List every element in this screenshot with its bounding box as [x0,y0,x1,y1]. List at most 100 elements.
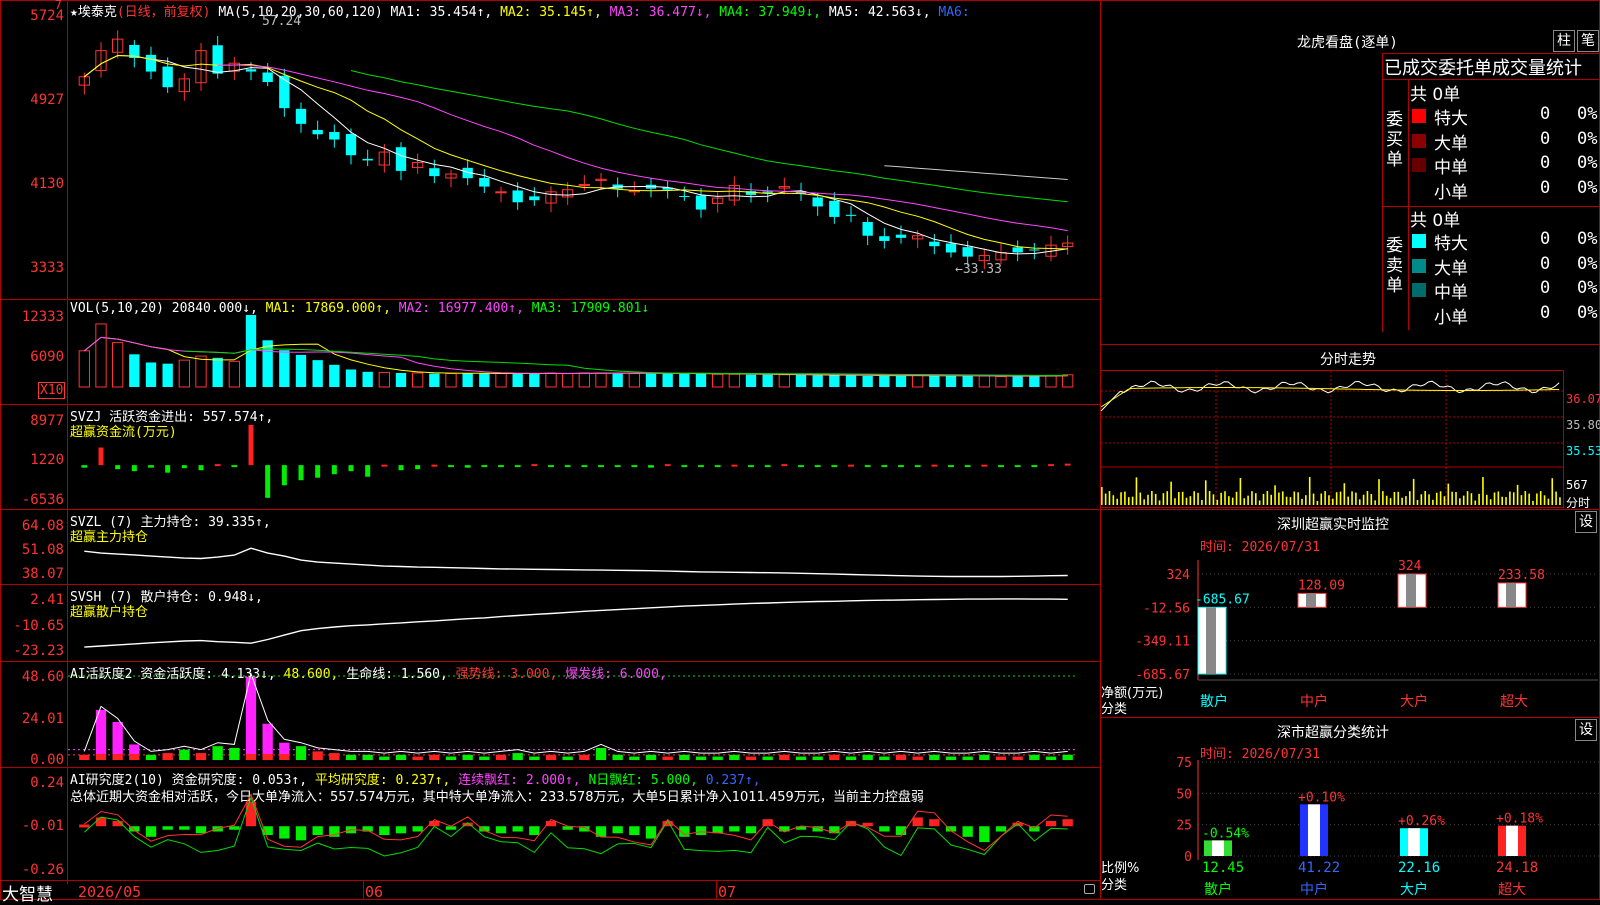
lock-icon[interactable] [1084,884,1095,894]
flow-bar [198,465,204,471]
panel-divider [0,767,1101,768]
intraday-chart[interactable] [1100,371,1563,507]
activity-bar [79,754,90,760]
ai2-chart[interactable] [68,784,1100,878]
bar-mode-button[interactable]: 柱 [1553,30,1575,52]
volume-bar [829,375,840,387]
intraday-vol-bar [1536,493,1538,505]
order-pct: 0% [1577,177,1598,198]
research-bar [1062,819,1073,827]
price-line [1100,380,1560,412]
panel-divider [0,661,1101,662]
intraday-vol-bar [1220,492,1222,505]
candle-body [679,195,690,197]
stats-change: -0.54% [1202,826,1249,841]
flow-bar [148,465,154,468]
flow-bar [781,464,788,467]
stats-chart[interactable]: 75 50 25 0 -0.54% 12.45 散户 +0.10% 41.22 中户 +0.26% 2… [1170,756,1600,900]
monitor-settings-button[interactable]: 设 [1575,511,1597,533]
flow-bar [764,465,771,468]
volume-bar [679,373,690,387]
order-pct: 0% [1577,128,1598,149]
flow-bar [514,465,521,468]
activity-bar [412,756,423,760]
intraday-vol-bar [1201,499,1203,505]
intraday-vol-bar [1466,491,1469,505]
volume-bar [529,373,540,387]
intraday-vol-bar [1462,495,1465,505]
flow-bar [98,447,104,466]
intraday-vol-bar [1224,491,1226,505]
activity-bar [879,756,890,760]
stats-tick: 50 [1176,787,1192,802]
activity-bar [529,756,540,760]
activity-bar [312,751,323,760]
vol-ma2-line [83,336,1068,377]
volume-bar [479,373,490,387]
flow-bar [1048,464,1054,467]
volume-chart[interactable] [68,315,1100,399]
monitor-date: 时间: 2026/07/31 [1200,540,1320,555]
intraday-vol-bar [1174,498,1176,505]
svzj-chart[interactable] [68,420,1100,506]
research-bar [495,826,507,834]
intraday-vol-bar [1512,492,1515,505]
activity-bar [462,754,473,760]
price-tick: 5724 [30,8,64,24]
intraday-vol-bar [1208,491,1211,505]
intraday-vol-bar [1420,494,1423,505]
volume-bar [1045,374,1057,388]
ai2-tick: -0.26 [21,862,64,878]
monitor-chart[interactable]: 324 -12.56 -349.11 -685.67 -685.67 散户 128.09 中户… [1135,559,1598,720]
candle-body [879,236,890,241]
price-chart[interactable] [68,18,1100,298]
research-bar [962,826,973,837]
stats-bar-shade [1308,804,1320,856]
candle-body [895,234,907,238]
sell-total: 共 0单 [1410,211,1461,231]
activity-bar [362,754,373,760]
research-bar [312,826,323,836]
intraday-vol-bar [1278,492,1280,505]
svzl-chart[interactable] [68,526,1100,582]
candle-body [762,191,773,193]
activity-bar [895,754,907,760]
stats-category: 散户 [1204,881,1232,898]
ai1-tick: 24.01 [21,711,64,727]
volume-bar [995,375,1007,388]
legend-square [1412,158,1426,172]
activity-bar [829,754,840,760]
intraday-vol-bar [1293,491,1296,505]
activity-bar [479,756,490,760]
stats-title: 深市超赢分类统计 [1277,725,1389,741]
research-bar [379,826,390,836]
tick-mark [716,880,717,900]
activity-bar [295,746,307,760]
intraday-vol-bar [1312,493,1315,505]
volume-bar [945,375,957,387]
legend-square [1412,283,1426,297]
stats-category: 超大 [1498,882,1526,898]
vol-unit: X10 [38,382,66,399]
activity-bar [662,756,673,760]
activity-bar-base [245,754,257,760]
order-pct: 0% [1577,229,1598,249]
candle-body [1029,249,1040,251]
flow-bar [298,465,304,481]
order-size-label: 大单 [1434,133,1468,154]
tick-mode-button[interactable]: 笔 [1577,30,1599,52]
candle-body [962,247,973,257]
flow-bar [464,465,471,468]
flow-bar [381,464,388,467]
vol-tick: 6090 [30,349,64,365]
intraday-vol-bar [1305,495,1307,505]
volume-bar [578,372,590,388]
svsh-chart[interactable] [68,596,1100,658]
intraday-vol-bar [1470,493,1473,505]
intraday-vol-bar [1451,491,1453,505]
intraday-tick: 35.80 [1566,418,1600,432]
intraday-vol-bar [1281,491,1284,505]
order-count: 0 [1540,153,1551,173]
stats-settings-button[interactable]: 设 [1575,719,1597,741]
ai1-chart[interactable] [68,671,1100,764]
